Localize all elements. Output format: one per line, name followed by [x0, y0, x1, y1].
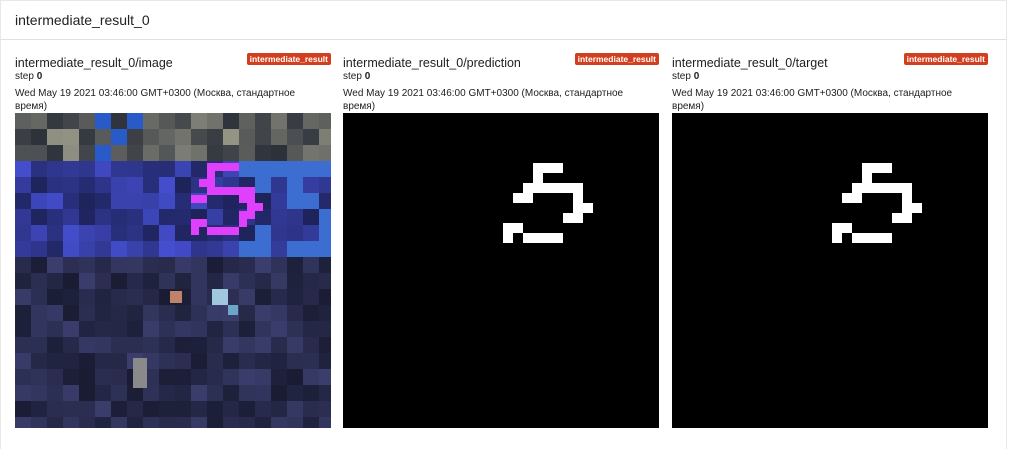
- step-value: 0: [693, 71, 700, 82]
- timestamp: Wed May 19 2021 03:46:00 GMT+0300 (Москв…: [343, 88, 624, 112]
- group-header[interactable]: intermediate_result_0: [0, 0, 1007, 40]
- run-tag: intermediate_result: [574, 53, 659, 65]
- step-value: 0: [36, 71, 43, 82]
- step-label: step 0: [672, 71, 700, 82]
- input-image[interactable]: [15, 113, 331, 428]
- run-tag: intermediate_result: [903, 53, 988, 65]
- timestamp: Wed May 19 2021 03:46:00 GMT+0300 (Москв…: [672, 88, 953, 112]
- run-tag: intermediate_result: [246, 53, 331, 65]
- card-title: intermediate_result_0/prediction: [343, 56, 521, 70]
- prediction-image[interactable]: [343, 113, 659, 428]
- step-label: step 0: [343, 71, 371, 82]
- step-label: step 0: [15, 71, 43, 82]
- group-title: intermediate_result_0: [15, 12, 150, 28]
- card-title: intermediate_result_0/image: [15, 56, 173, 70]
- target-image[interactable]: [672, 113, 988, 428]
- step-value: 0: [364, 71, 371, 82]
- timestamp: Wed May 19 2021 03:46:00 GMT+0300 (Москв…: [15, 88, 296, 112]
- card-title: intermediate_result_0/target: [672, 56, 828, 70]
